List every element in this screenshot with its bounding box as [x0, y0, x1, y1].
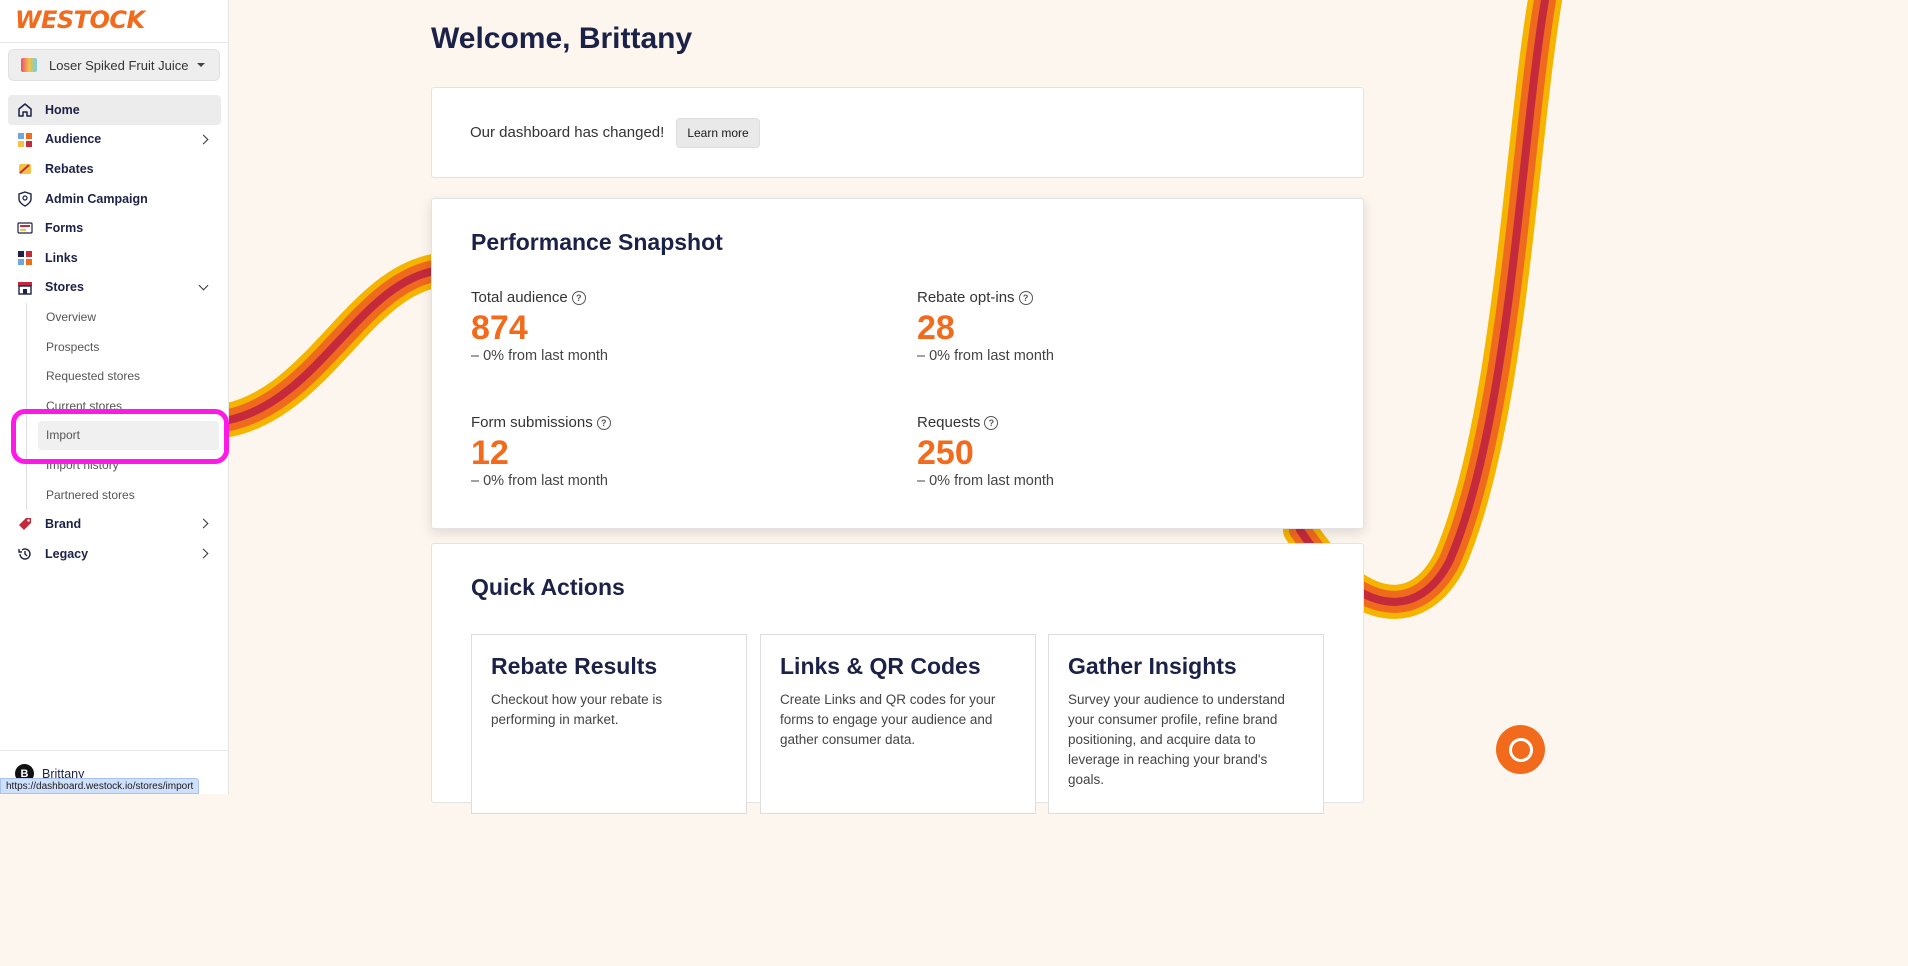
metric-label: Total audience	[471, 289, 568, 306]
help-chat-button[interactable]	[1496, 725, 1545, 774]
sidebar-item-legacy[interactable]: Legacy	[0, 539, 229, 569]
sidebar-item-label: Legacy	[45, 546, 89, 561]
snapshot-title: Performance Snapshot	[471, 229, 723, 255]
quick-action-title: Links & QR Codes	[780, 653, 981, 679]
sidebar-item-home[interactable]: Home	[8, 95, 221, 125]
help-icon[interactable]: ?	[984, 415, 999, 430]
sidebar-subitem-partnered-stores[interactable]: Partnered stores	[0, 480, 229, 510]
quick-action-title: Rebate Results	[491, 653, 658, 679]
divider	[0, 42, 229, 43]
quick-actions-title: Quick Actions	[471, 574, 625, 600]
metric-value: 12	[471, 434, 509, 472]
lifebuoy-icon	[1508, 737, 1533, 762]
westock-logo[interactable]: WESTOCK	[15, 6, 145, 34]
metric-label: Form submissions	[471, 414, 593, 431]
brand-selector-value: Loser Spiked Fruit Juice	[49, 57, 189, 73]
metric-label: Rebate opt-ins	[917, 289, 1015, 306]
metric-change: – 0% from last month	[471, 348, 608, 364]
sidebar-item-label: Forms	[45, 221, 84, 236]
chevron-right-icon	[198, 518, 209, 529]
status-url: https://dashboard.westock.io/stores/impo…	[0, 778, 200, 794]
sidebar-item-links[interactable]: Links	[0, 243, 229, 273]
quick-action-links-qr[interactable]: Links & QR Codes Create Links and QR cod…	[760, 634, 1036, 814]
metric-form-submissions: Form submissions? 12 – 0% from last mont…	[471, 414, 771, 489]
page-title: Welcome, Brittany	[431, 22, 693, 55]
divider	[0, 750, 229, 751]
rebates-icon	[19, 164, 31, 175]
metric-requests: Requests? 250 – 0% from last month	[917, 414, 1217, 489]
store-icon	[18, 281, 32, 295]
metric-change: – 0% from last month	[917, 348, 1054, 364]
sidebar-subitem-overview[interactable]: Overview	[0, 302, 229, 332]
sidebar-item-admin-campaign[interactable]: Admin Campaign	[0, 184, 229, 214]
shield-icon	[18, 191, 32, 207]
metric-value: 250	[917, 434, 974, 472]
sidebar-subitem-import-history[interactable]: Import history	[0, 450, 229, 480]
sidebar-item-label: Brand	[45, 517, 82, 532]
audience-icon	[18, 132, 32, 147]
quick-action-gather-insights[interactable]: Gather Insights Survey your audience to …	[1048, 634, 1324, 814]
sidebar-subitem-prospects[interactable]: Prospects	[0, 332, 229, 362]
chevron-right-icon	[198, 548, 209, 559]
metric-value: 874	[471, 309, 528, 347]
metric-rebate-opt-ins: Rebate opt-ins? 28 – 0% from last month	[917, 289, 1217, 364]
brand-tag-icon	[19, 518, 31, 531]
sidebar: WESTOCK Loser Spiked Fruit Juice Home Au…	[0, 0, 229, 794]
sidebar-item-label: Rebates	[45, 161, 94, 176]
history-icon	[18, 548, 31, 560]
sidebar-item-label: Audience	[45, 132, 102, 147]
caret-down-icon	[197, 63, 205, 67]
links-icon	[18, 250, 32, 265]
metric-total-audience: Total audience? 874 – 0% from last month	[471, 289, 771, 364]
sidebar-item-audience[interactable]: Audience	[0, 125, 229, 155]
chevron-right-icon	[198, 134, 209, 145]
sidebar-item-label: Stores	[45, 280, 84, 295]
help-icon[interactable]: ?	[571, 290, 586, 305]
chevron-down-icon	[198, 280, 209, 291]
learn-more-button[interactable]: Learn more	[676, 117, 760, 148]
sidebar-nav: Home Audience Rebates Admin Campaign For…	[0, 95, 229, 569]
brand-selector[interactable]: Loser Spiked Fruit Juice	[8, 49, 220, 81]
metric-change: – 0% from last month	[471, 473, 608, 489]
help-icon[interactable]: ?	[596, 415, 611, 430]
sidebar-subitem-import[interactable]: Import	[38, 420, 219, 451]
notice-text: Our dashboard has changed!	[470, 124, 665, 141]
sidebar-subitem-current-stores[interactable]: Current stores	[0, 391, 229, 421]
sidebar-item-brand[interactable]: Brand	[0, 509, 229, 539]
brand-thumbnail	[21, 58, 37, 72]
quick-action-desc: Checkout how your rebate is performing i…	[491, 692, 663, 727]
sidebar-item-rebates[interactable]: Rebates	[0, 154, 229, 184]
quick-action-desc: Survey your audience to understand your …	[1068, 692, 1285, 787]
notice-card: Our dashboard has changed! Learn more	[431, 87, 1364, 178]
metric-value: 28	[917, 309, 955, 347]
home-icon	[18, 103, 32, 117]
forms-icon	[17, 222, 33, 234]
sidebar-item-forms[interactable]: Forms	[0, 213, 229, 243]
quick-action-desc: Create Links and QR codes for your forms…	[780, 692, 996, 747]
sidebar-item-label: Home	[45, 102, 80, 117]
submenu-guide-line	[26, 303, 27, 510]
quick-action-title: Gather Insights	[1068, 653, 1237, 679]
metric-label: Requests	[917, 414, 981, 431]
sidebar-subitem-requested-stores[interactable]: Requested stores	[0, 361, 229, 391]
quick-action-rebate-results[interactable]: Rebate Results Checkout how your rebate …	[471, 634, 747, 814]
quick-actions-card: Quick Actions Rebate Results Checkout ho…	[431, 543, 1364, 814]
metric-change: – 0% from last month	[917, 473, 1054, 489]
sidebar-item-label: Admin Campaign	[45, 191, 148, 206]
help-icon[interactable]: ?	[1018, 290, 1033, 305]
sidebar-item-stores[interactable]: Stores	[0, 273, 229, 303]
sidebar-item-label: Links	[45, 250, 78, 265]
performance-snapshot-card: Performance Snapshot Total audience? 874…	[431, 198, 1364, 529]
